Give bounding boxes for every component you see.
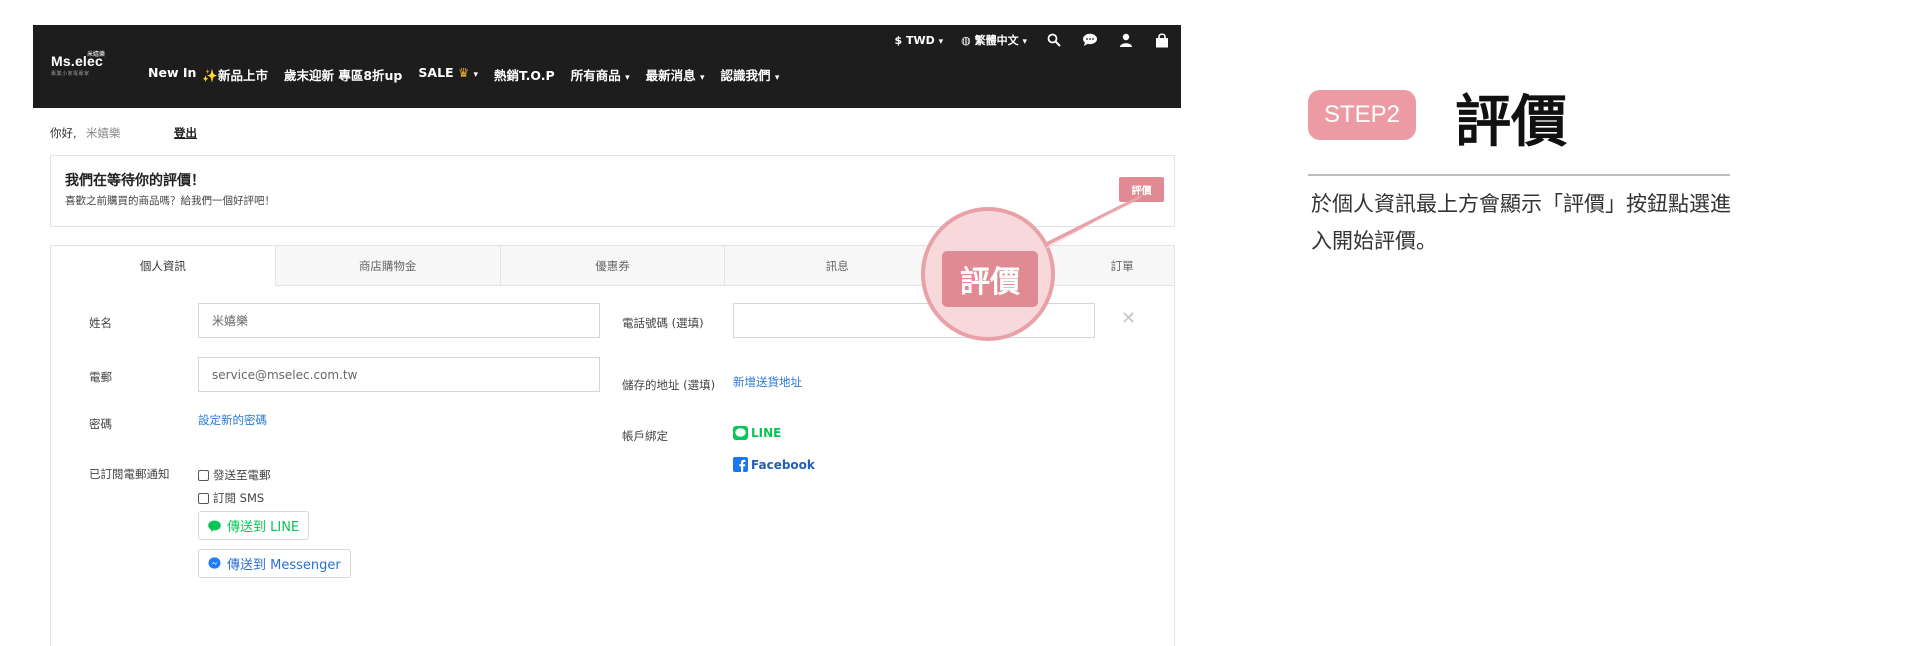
line-icon — [733, 426, 748, 440]
address-label: 儲存的地址 (選填) — [622, 378, 716, 392]
subscribe-email-option[interactable]: 發送至電郵 — [198, 467, 271, 483]
chevron-down-icon: ▾ — [938, 36, 944, 47]
review-banner-subtitle: 喜歡之前購買的商品嗎？給我們一個好評吧！ — [65, 195, 275, 207]
line-icon — [208, 520, 221, 532]
name-field[interactable]: 米嬉樂 — [198, 303, 600, 338]
facebook-icon — [733, 457, 748, 472]
logo-tagline: 專業小家電專家 — [51, 71, 90, 77]
language-selector[interactable]: ◍ 繁體中文 ▾ — [961, 32, 1027, 48]
nav-item-news[interactable]: 最新消息 ▾ — [646, 65, 705, 84]
review-banner-title: 我們在等待你的評價！ — [65, 173, 205, 189]
send-to-messenger-button[interactable]: 傳送到 Messenger — [198, 549, 351, 578]
subscribe-sms-option[interactable]: 訂閱 SMS — [198, 490, 264, 506]
send-to-line-label: 傳送到 LINE — [227, 520, 300, 535]
nav-item-label: 新品上市 — [217, 68, 268, 83]
search-icon[interactable] — [1045, 31, 1063, 49]
nav-item-sale[interactable]: SALE ♛ ▾ — [418, 65, 478, 84]
tab-store-credit[interactable]: 商店購物金 — [275, 246, 501, 286]
add-address-link[interactable]: 新增送貨地址 — [733, 374, 802, 390]
password-label: 密碼 — [89, 417, 112, 431]
chevron-down-icon: ▾ — [1022, 37, 1027, 47]
subscribe-sms-label: 訂閱 SMS — [213, 491, 265, 505]
user-name: 米嬉樂 — [86, 126, 121, 140]
step-description: 於個人資訊最上方會顯示「評價」按鈕點選進入開始評價。 — [1311, 192, 1731, 253]
email-checkbox[interactable] — [198, 469, 209, 481]
send-to-line-button[interactable]: 傳送到 LINE — [198, 511, 310, 540]
line-binding[interactable]: LINE — [733, 426, 781, 440]
nav-item-year-end[interactable]: 歲末迎新 專區8折up — [284, 65, 402, 84]
bag-icon[interactable] — [1153, 31, 1171, 49]
nav-item-new-products[interactable]: ✨新品上市 — [202, 65, 268, 84]
globe-icon: ◍ — [961, 34, 971, 47]
email-label: 電郵 — [89, 370, 112, 384]
email-field[interactable]: service@mselec.com.tw — [198, 357, 600, 392]
chevron-down-icon: ▾ — [774, 73, 780, 83]
greeting-text: 你好, — [50, 126, 77, 140]
chevron-down-icon: ▾ — [699, 73, 705, 83]
clear-phone-icon[interactable]: ✕ — [1121, 308, 1136, 329]
logout-link[interactable]: 登出 — [174, 125, 197, 141]
account-binding-label: 帳戶綁定 — [622, 429, 668, 443]
crown-icon: ♛ — [457, 65, 470, 80]
subscribe-email-label: 發送至電郵 — [213, 468, 271, 482]
facebook-binding[interactable]: Facebook — [733, 457, 815, 472]
nav-item-label: 所有商品 — [570, 68, 621, 83]
tab-profile[interactable]: 個人資訊 — [51, 246, 276, 286]
nav-item-new-in[interactable]: New In — [148, 65, 196, 84]
step-badge: STEP2 — [1308, 90, 1416, 140]
line-binding-label: LINE — [751, 426, 782, 440]
nav-item-label: 最新消息 — [645, 68, 696, 83]
chevron-down-icon: ▾ — [473, 70, 479, 80]
site-header: Ms.elec 米嬉樂 專業小家電專家 New In ✨新品上市 歲末迎新 專區… — [33, 25, 1181, 108]
currency-selector[interactable]: $ TWD ▾ — [895, 34, 944, 47]
nav-item-about[interactable]: 認識我們 ▾ — [721, 65, 780, 84]
step-title: 評價 — [1455, 90, 1567, 155]
chat-icon[interactable] — [1081, 31, 1099, 49]
user-icon[interactable] — [1117, 31, 1135, 49]
tab-coupons[interactable]: 優惠券 — [500, 246, 726, 286]
callout-pointer-fill — [1040, 199, 1136, 251]
callout-review-label: 評價 — [942, 251, 1038, 307]
divider — [1308, 174, 1730, 176]
tab-messages[interactable]: 訊息 — [725, 246, 951, 286]
sparkle-icon: ✨ — [202, 68, 218, 83]
set-password-link[interactable]: 設定新的密碼 — [198, 412, 267, 428]
logo-badge: 米嬉樂 — [87, 51, 106, 58]
name-label: 姓名 — [89, 316, 112, 330]
send-to-messenger-label: 傳送到 Messenger — [227, 558, 341, 573]
top-utility-bar: $ TWD ▾ ◍ 繁體中文 ▾ — [895, 31, 1181, 49]
messenger-icon — [208, 557, 221, 569]
sms-checkbox[interactable] — [198, 492, 209, 504]
language-label: 繁體中文 — [974, 34, 1019, 47]
currency-label: $ TWD — [894, 33, 935, 47]
nav-item-all-products[interactable]: 所有商品 ▾ — [571, 65, 630, 84]
phone-label: 電話號碼 (選填) — [622, 316, 704, 330]
nav-item-label: 認識我們 — [720, 68, 771, 83]
nav-item-label: SALE — [418, 65, 454, 80]
main-nav: New In ✨新品上市 歲末迎新 專區8折up SALE ♛ ▾ 熱銷T.O.… — [148, 65, 779, 84]
nav-item-top-sellers[interactable]: 熱銷T.O.P — [494, 65, 555, 84]
chevron-down-icon: ▾ — [625, 73, 630, 83]
facebook-binding-label: Facebook — [751, 457, 815, 472]
subscription-label: 已訂閱電郵通知 — [89, 467, 170, 481]
